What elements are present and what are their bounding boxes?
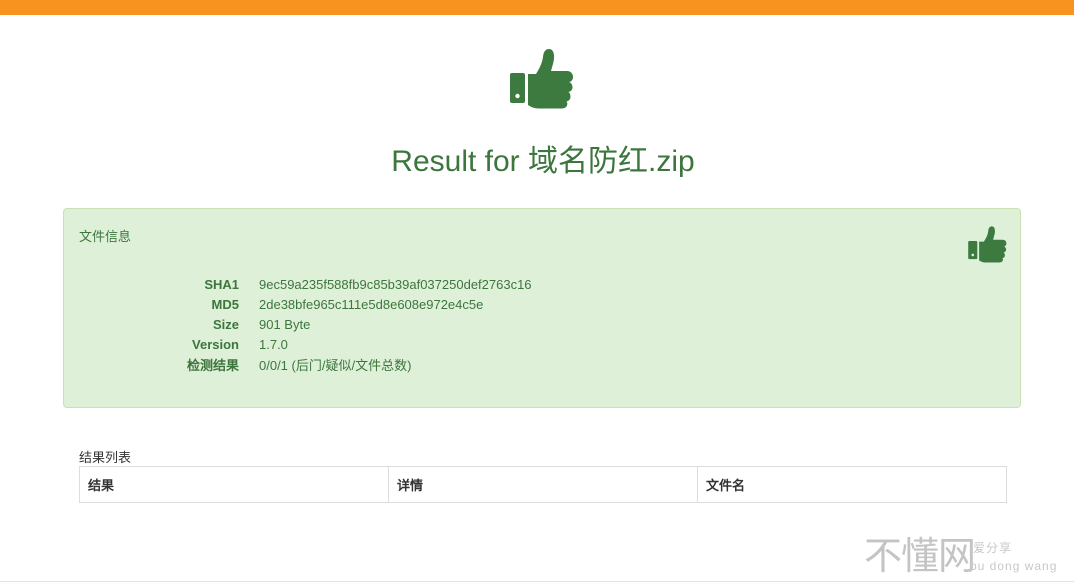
- file-info-panel: 文件信息 SHA1 9ec59a235f588fb9c85b39af037250…: [63, 208, 1021, 408]
- info-label: 检测结果: [186, 357, 239, 373]
- watermark-main-text: 不懂网: [864, 534, 976, 578]
- result-title: Result for 域名防红.zip: [391, 145, 695, 178]
- bottom-divider: [0, 581, 1074, 582]
- info-row-sha1: SHA1 9ec59a235f588fb9c85b39af037250def27…: [124, 274, 532, 294]
- info-row-md5: MD5 2de38bfe965c111e5d8e608e972e4c5e: [124, 294, 532, 314]
- results-header-row: 结果 详情 文件名: [79, 466, 1007, 503]
- panel-title: 文件信息: [79, 229, 132, 244]
- watermark-logo: 不懂网 爱分享 bu dong wang: [864, 534, 1070, 582]
- watermark-pinyin: bu dong wang: [970, 559, 1058, 573]
- thumbs-up-icon: [510, 49, 573, 109]
- column-header-result: 结果: [79, 466, 389, 503]
- column-header-filename: 文件名: [697, 466, 1007, 503]
- watermark-slogan: 爱分享: [973, 541, 1013, 555]
- results-table: 结果 详情 文件名: [79, 466, 1007, 503]
- info-row-version: Version 1.7.0: [124, 334, 532, 354]
- thumbs-up-icon: [968, 226, 1007, 263]
- info-row-detection-result: 检测结果 0/0/1 (后门/疑似/文件总数): [124, 354, 532, 374]
- info-value: 0/0/1 (后门/疑似/文件总数): [259, 357, 412, 373]
- info-value: 2de38bfe965c111e5d8e608e972e4c5e: [259, 296, 484, 312]
- info-row-size: Size 901 Byte: [124, 314, 532, 334]
- info-value: 901 Byte: [259, 316, 311, 332]
- info-label: Version: [192, 336, 239, 352]
- info-label: Size: [212, 316, 239, 332]
- info-value: 1.7.0: [259, 336, 288, 352]
- info-label: MD5: [211, 296, 239, 312]
- column-header-details: 详情: [388, 466, 698, 503]
- file-info-table: SHA1 9ec59a235f588fb9c85b39af037250def27…: [124, 274, 532, 374]
- info-value: 9ec59a235f588fb9c85b39af037250def2763c16: [259, 276, 532, 292]
- info-label: SHA1: [204, 276, 239, 292]
- results-list-label: 结果列表: [79, 450, 132, 465]
- top-accent-bar: [0, 0, 1074, 15]
